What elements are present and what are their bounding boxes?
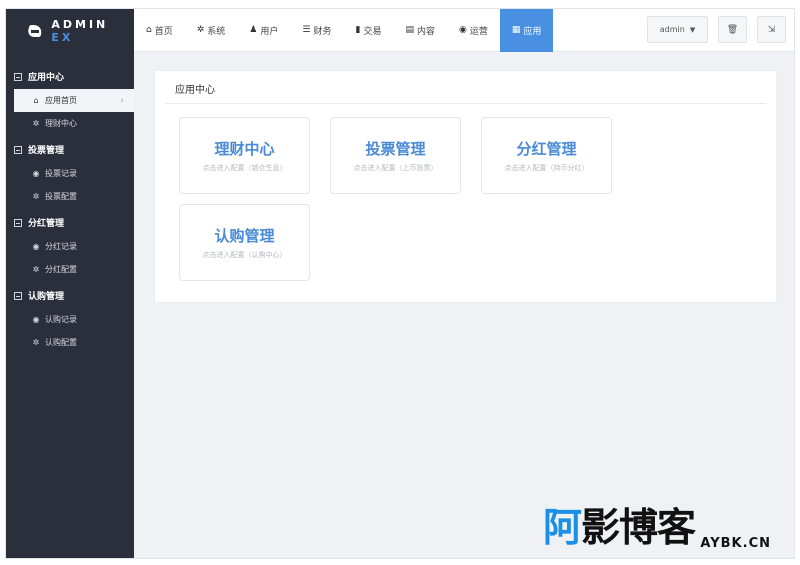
nav-apps[interactable]: ▦ 应用: [499, 8, 554, 52]
nav-home[interactable]: ⌂ 首页: [134, 9, 185, 52]
globe-icon: ◉: [32, 169, 40, 178]
card-title: 认购管理: [214, 227, 275, 245]
sidebar-item-vote-records[interactable]: ◉ 投票记录: [6, 162, 134, 185]
list-icon: ☰: [302, 25, 311, 35]
card-dividend-management[interactable]: 分红管理 点击进入配置（持币分红）: [481, 117, 612, 194]
card-desc: 点击进入配置（上币投票）: [353, 164, 438, 172]
nav-actions: admin ▼ 🗑 ⇲: [647, 16, 786, 43]
grid-icon: ▦: [511, 25, 521, 35]
trash-icon: 🗑: [726, 24, 739, 35]
nav-content[interactable]: ▤ 内容: [393, 9, 447, 52]
gear-icon: ✲: [32, 265, 40, 274]
watermark: 阿影博客 AYBK.CN: [543, 497, 783, 555]
card-desc: 点击进入配置（锁仓生息）: [202, 164, 287, 172]
app-window: ADMIN EX 应用中心 ⌂ 应用首页 › ✲ 理财中心 投票管理 ◉ 投票记录 ✲ 投…: [5, 8, 795, 559]
sidebar-menu: 应用中心 ⌂ 应用首页 › ✲ 理财中心 投票管理 ◉ 投票记录 ✲ 投票配置 分红管理 …: [6, 52, 134, 354]
collapse-icon: [14, 72, 22, 81]
watermark-url: AYBK.CN: [700, 536, 771, 551]
logo-icon: [26, 24, 43, 38]
collapse-icon: [14, 218, 22, 227]
sidebar-item-subscription-records[interactable]: ◉ 认购记录: [6, 308, 134, 331]
sidebar-item-app-home[interactable]: ⌂ 应用首页 ›: [14, 89, 134, 112]
card-title: 分红管理: [516, 140, 577, 158]
sidebar-item-dividend-config[interactable]: ✲ 分红配置: [6, 258, 134, 281]
card-desc: 点击进入配置（认购中心）: [202, 251, 287, 259]
app-center-panel: 应用中心 理财中心 点击进入配置（锁仓生息） 投票管理 点击进入配置（上币投票）…: [154, 70, 777, 303]
chevron-right-icon: ›: [120, 95, 124, 106]
user-icon: ♟: [249, 25, 258, 35]
sidebar-group-subscription[interactable]: 认购管理: [6, 283, 134, 308]
panel-title: 应用中心: [175, 85, 215, 96]
sidebar-group-app-center[interactable]: 应用中心: [6, 64, 134, 89]
clear-cache-button[interactable]: 🗑: [718, 16, 747, 43]
logout-button[interactable]: ⇲: [757, 16, 786, 43]
card-finance-center[interactable]: 理财中心 点击进入配置（锁仓生息）: [179, 117, 310, 194]
sidebar: ADMIN EX 应用中心 ⌂ 应用首页 › ✲ 理财中心 投票管理 ◉ 投票记录 ✲ 投…: [6, 9, 134, 558]
nav-system[interactable]: ✲ 系统: [185, 9, 238, 52]
globe-icon: ◉: [458, 25, 467, 35]
logo[interactable]: ADMIN EX: [6, 9, 134, 52]
globe-icon: ◉: [32, 315, 40, 324]
home-icon: ⌂: [146, 25, 152, 35]
gear-icon: ✲: [196, 25, 205, 35]
card-vote-management[interactable]: 投票管理 点击进入配置（上币投票）: [330, 117, 461, 194]
globe-icon: ◉: [32, 242, 40, 251]
divider: [165, 103, 766, 104]
sidebar-group-dividend[interactable]: 分红管理: [6, 210, 134, 235]
top-navigation: ⌂ 首页 ✲ 系统 ♟ 用户 ☰ 财务 ▮ 交易 ▤ 内容 ◉ 运营 ▦ 应用 admin ▼ 🗑…: [134, 8, 794, 52]
card-title: 投票管理: [365, 140, 426, 158]
sidebar-item-dividend-records[interactable]: ◉ 分红记录: [6, 235, 134, 258]
user-menu-button[interactable]: admin ▼: [647, 16, 708, 43]
collapse-icon: [14, 145, 22, 154]
gear-icon: ✲: [32, 119, 40, 128]
sidebar-item-finance-center[interactable]: ✲ 理财中心: [6, 112, 134, 135]
gear-icon: ✲: [32, 338, 40, 347]
nav-operations[interactable]: ◉ 运营: [447, 9, 500, 52]
nav-users[interactable]: ♟ 用户: [237, 9, 290, 52]
gear-icon: ✲: [32, 192, 40, 201]
caret-down-icon: ▼: [689, 25, 696, 34]
exit-icon: ⇲: [767, 24, 776, 35]
sidebar-item-subscription-config[interactable]: ✲ 认购配置: [6, 331, 134, 354]
card-subscription-management[interactable]: 认购管理 点击进入配置（认购中心）: [179, 204, 310, 281]
card-title: 理财中心: [214, 140, 275, 158]
sidebar-item-vote-config[interactable]: ✲ 投票配置: [6, 185, 134, 208]
nav-finance[interactable]: ☰ 财务: [290, 9, 343, 52]
watermark-logo: 阿影博客: [543, 506, 696, 551]
collapse-icon: [14, 291, 22, 300]
home-icon: ⌂: [33, 96, 39, 105]
card-desc: 点击进入配置（持币分红）: [504, 164, 589, 172]
sidebar-group-vote[interactable]: 投票管理: [6, 137, 134, 162]
logo-text: ADMIN EX: [51, 17, 109, 44]
bar-chart-icon: ▮: [355, 25, 361, 35]
nav-trading[interactable]: ▮ 交易: [343, 9, 393, 52]
document-icon: ▤: [405, 25, 414, 35]
